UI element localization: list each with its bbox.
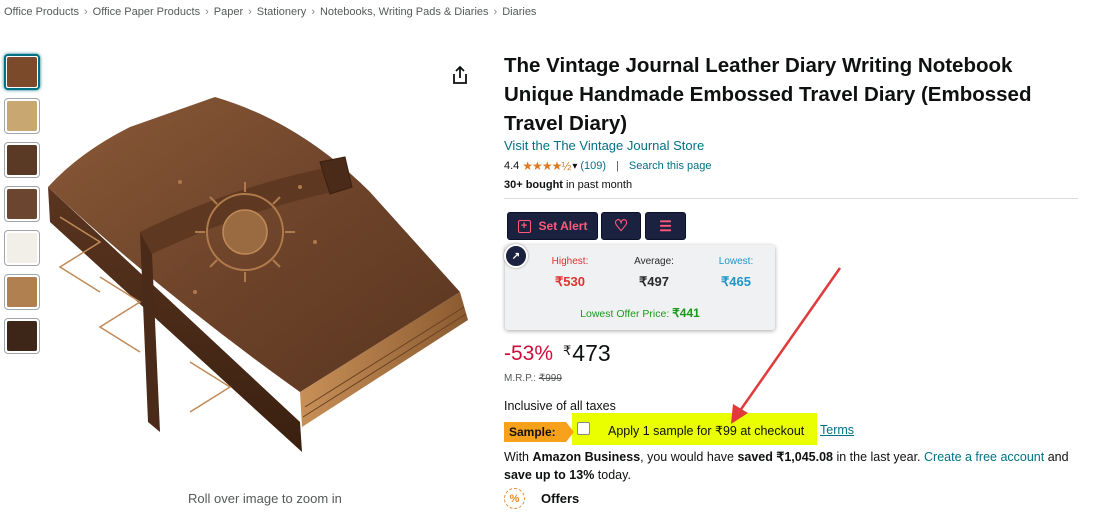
bought-count-rest: in past month [562, 179, 633, 191]
thumbnail-image [7, 189, 37, 219]
rating-row: 4.4 ★★★★½ ▾ (109) | Search this page [504, 159, 711, 173]
product-title: The Vintage Journal Leather Diary Writin… [504, 54, 1032, 135]
thumbnail-image [7, 277, 37, 307]
thumbnail[interactable] [4, 186, 40, 222]
create-account-link[interactable]: Create a free account [924, 450, 1044, 464]
set-alert-button[interactable]: + Set Alert [507, 212, 598, 240]
highest-value: ₹530 [555, 274, 585, 289]
lowest-offer-label: Lowest Offer Price: [580, 308, 673, 320]
chevron-down-icon[interactable]: ▾ [572, 161, 577, 172]
rating-value: 4.4 [504, 160, 520, 172]
breadcrumb-separator: › [205, 6, 209, 18]
search-page-link[interactable]: Search this page [629, 160, 712, 172]
lowest-offer-value: ₹441 [672, 306, 700, 320]
bought-count-bold: 30+ bought [504, 179, 563, 191]
highest-label: Highest: [551, 256, 589, 267]
thumbnail[interactable] [4, 318, 40, 354]
list-button[interactable]: ☰ [645, 212, 686, 240]
average-value: ₹497 [639, 274, 669, 289]
breadcrumb-item[interactable]: Notebooks, Writing Pads & Diaries [320, 6, 489, 18]
breadcrumb-separator: › [493, 6, 498, 18]
business-savings: With Amazon Business, you would have sav… [504, 448, 1084, 484]
thumbnail[interactable] [4, 230, 40, 266]
breadcrumb-separator: › [248, 6, 252, 18]
section-divider [504, 198, 1078, 199]
sample-badge: Sample: [504, 422, 574, 442]
thumbnail-image [7, 145, 37, 175]
divider: | [616, 160, 619, 172]
plus-icon: + [517, 219, 531, 233]
price: ₹ 473 [563, 340, 611, 367]
mrp-label: M.R.P.: [504, 373, 539, 384]
main-product-image[interactable] [40, 92, 480, 452]
biz-save-up: save up to 13% [504, 468, 595, 482]
sample-text: Apply 1 sample for ₹99 at checkout [608, 424, 805, 438]
thumbnail-image [7, 321, 37, 351]
breadcrumb-item[interactable]: Diaries [502, 6, 536, 18]
price-tracker-logo-icon[interactable]: ↗ [504, 244, 528, 268]
set-alert-label: Set Alert [538, 219, 588, 233]
biz-today: today. [594, 468, 631, 482]
breadcrumb: Office Products › Office Paper Products › Pa… [4, 6, 536, 18]
breadcrumb-item[interactable]: Paper [214, 6, 243, 18]
discount-percent: -53% [504, 342, 554, 365]
biz-prefix: With [504, 450, 533, 464]
thumbnail[interactable] [4, 54, 40, 90]
highest-price: Highest: ₹530 [530, 256, 610, 290]
biz-after-saved: in the last year. [832, 450, 925, 464]
biz-and: and [1044, 450, 1069, 464]
thumbnail[interactable] [4, 274, 40, 310]
thumbnail-image [7, 101, 37, 131]
breadcrumb-item[interactable]: Stationery [257, 6, 307, 18]
breadcrumb-separator: › [311, 6, 315, 18]
thumbnail[interactable] [4, 98, 40, 134]
biz-middle: , you would have [640, 450, 738, 464]
price-history-card: Highest: ₹530 Average: ₹497 Lowest: ₹465… [505, 245, 775, 330]
thumbnail-strip [4, 54, 42, 362]
star-rating-icon[interactable]: ★★★★½ [522, 159, 571, 173]
breadcrumb-item[interactable]: Office Products [4, 6, 79, 18]
share-icon[interactable] [451, 65, 469, 85]
heart-icon: ♡ [613, 218, 629, 235]
rating-count-link[interactable]: (109) [580, 160, 606, 172]
offers-heading: Offers [541, 491, 580, 506]
offers-percent-icon: % [504, 488, 525, 509]
bought-count: 30+ bought in past month [504, 179, 632, 191]
store-link[interactable]: Visit the The Vintage Journal Store [504, 138, 704, 153]
terms-link[interactable]: Terms [820, 423, 854, 437]
lowest-value: ₹465 [721, 274, 751, 289]
thumbnail-image [7, 233, 37, 263]
mrp-value: ₹999 [538, 373, 562, 384]
average-label: Average: [634, 256, 674, 267]
price-amount: 473 [572, 340, 611, 366]
average-price: Average: ₹497 [614, 256, 694, 290]
lowest-offer-price: Lowest Offer Price: ₹441 [505, 306, 775, 320]
lowest-label: Lowest: [718, 256, 754, 267]
thumbnail[interactable] [4, 142, 40, 178]
wishlist-heart-button[interactable]: ♡ [601, 212, 641, 240]
currency-symbol: ₹ [563, 343, 572, 358]
mrp: M.R.P.: ₹999 [504, 373, 562, 384]
list-icon: ☰ [659, 217, 672, 234]
thumbnail-image [7, 57, 37, 87]
zoom-hint: Roll over image to zoom in [188, 491, 342, 506]
biz-brand: Amazon Business [532, 450, 641, 464]
tax-note: Inclusive of all taxes [504, 399, 616, 413]
lowest-price: Lowest: ₹465 [696, 256, 776, 290]
sample-checkbox[interactable] [577, 422, 590, 435]
breadcrumb-item[interactable]: Office Paper Products [93, 6, 200, 18]
biz-saved: saved ₹1,045.08 [737, 450, 833, 464]
breadcrumb-separator: › [84, 6, 88, 18]
